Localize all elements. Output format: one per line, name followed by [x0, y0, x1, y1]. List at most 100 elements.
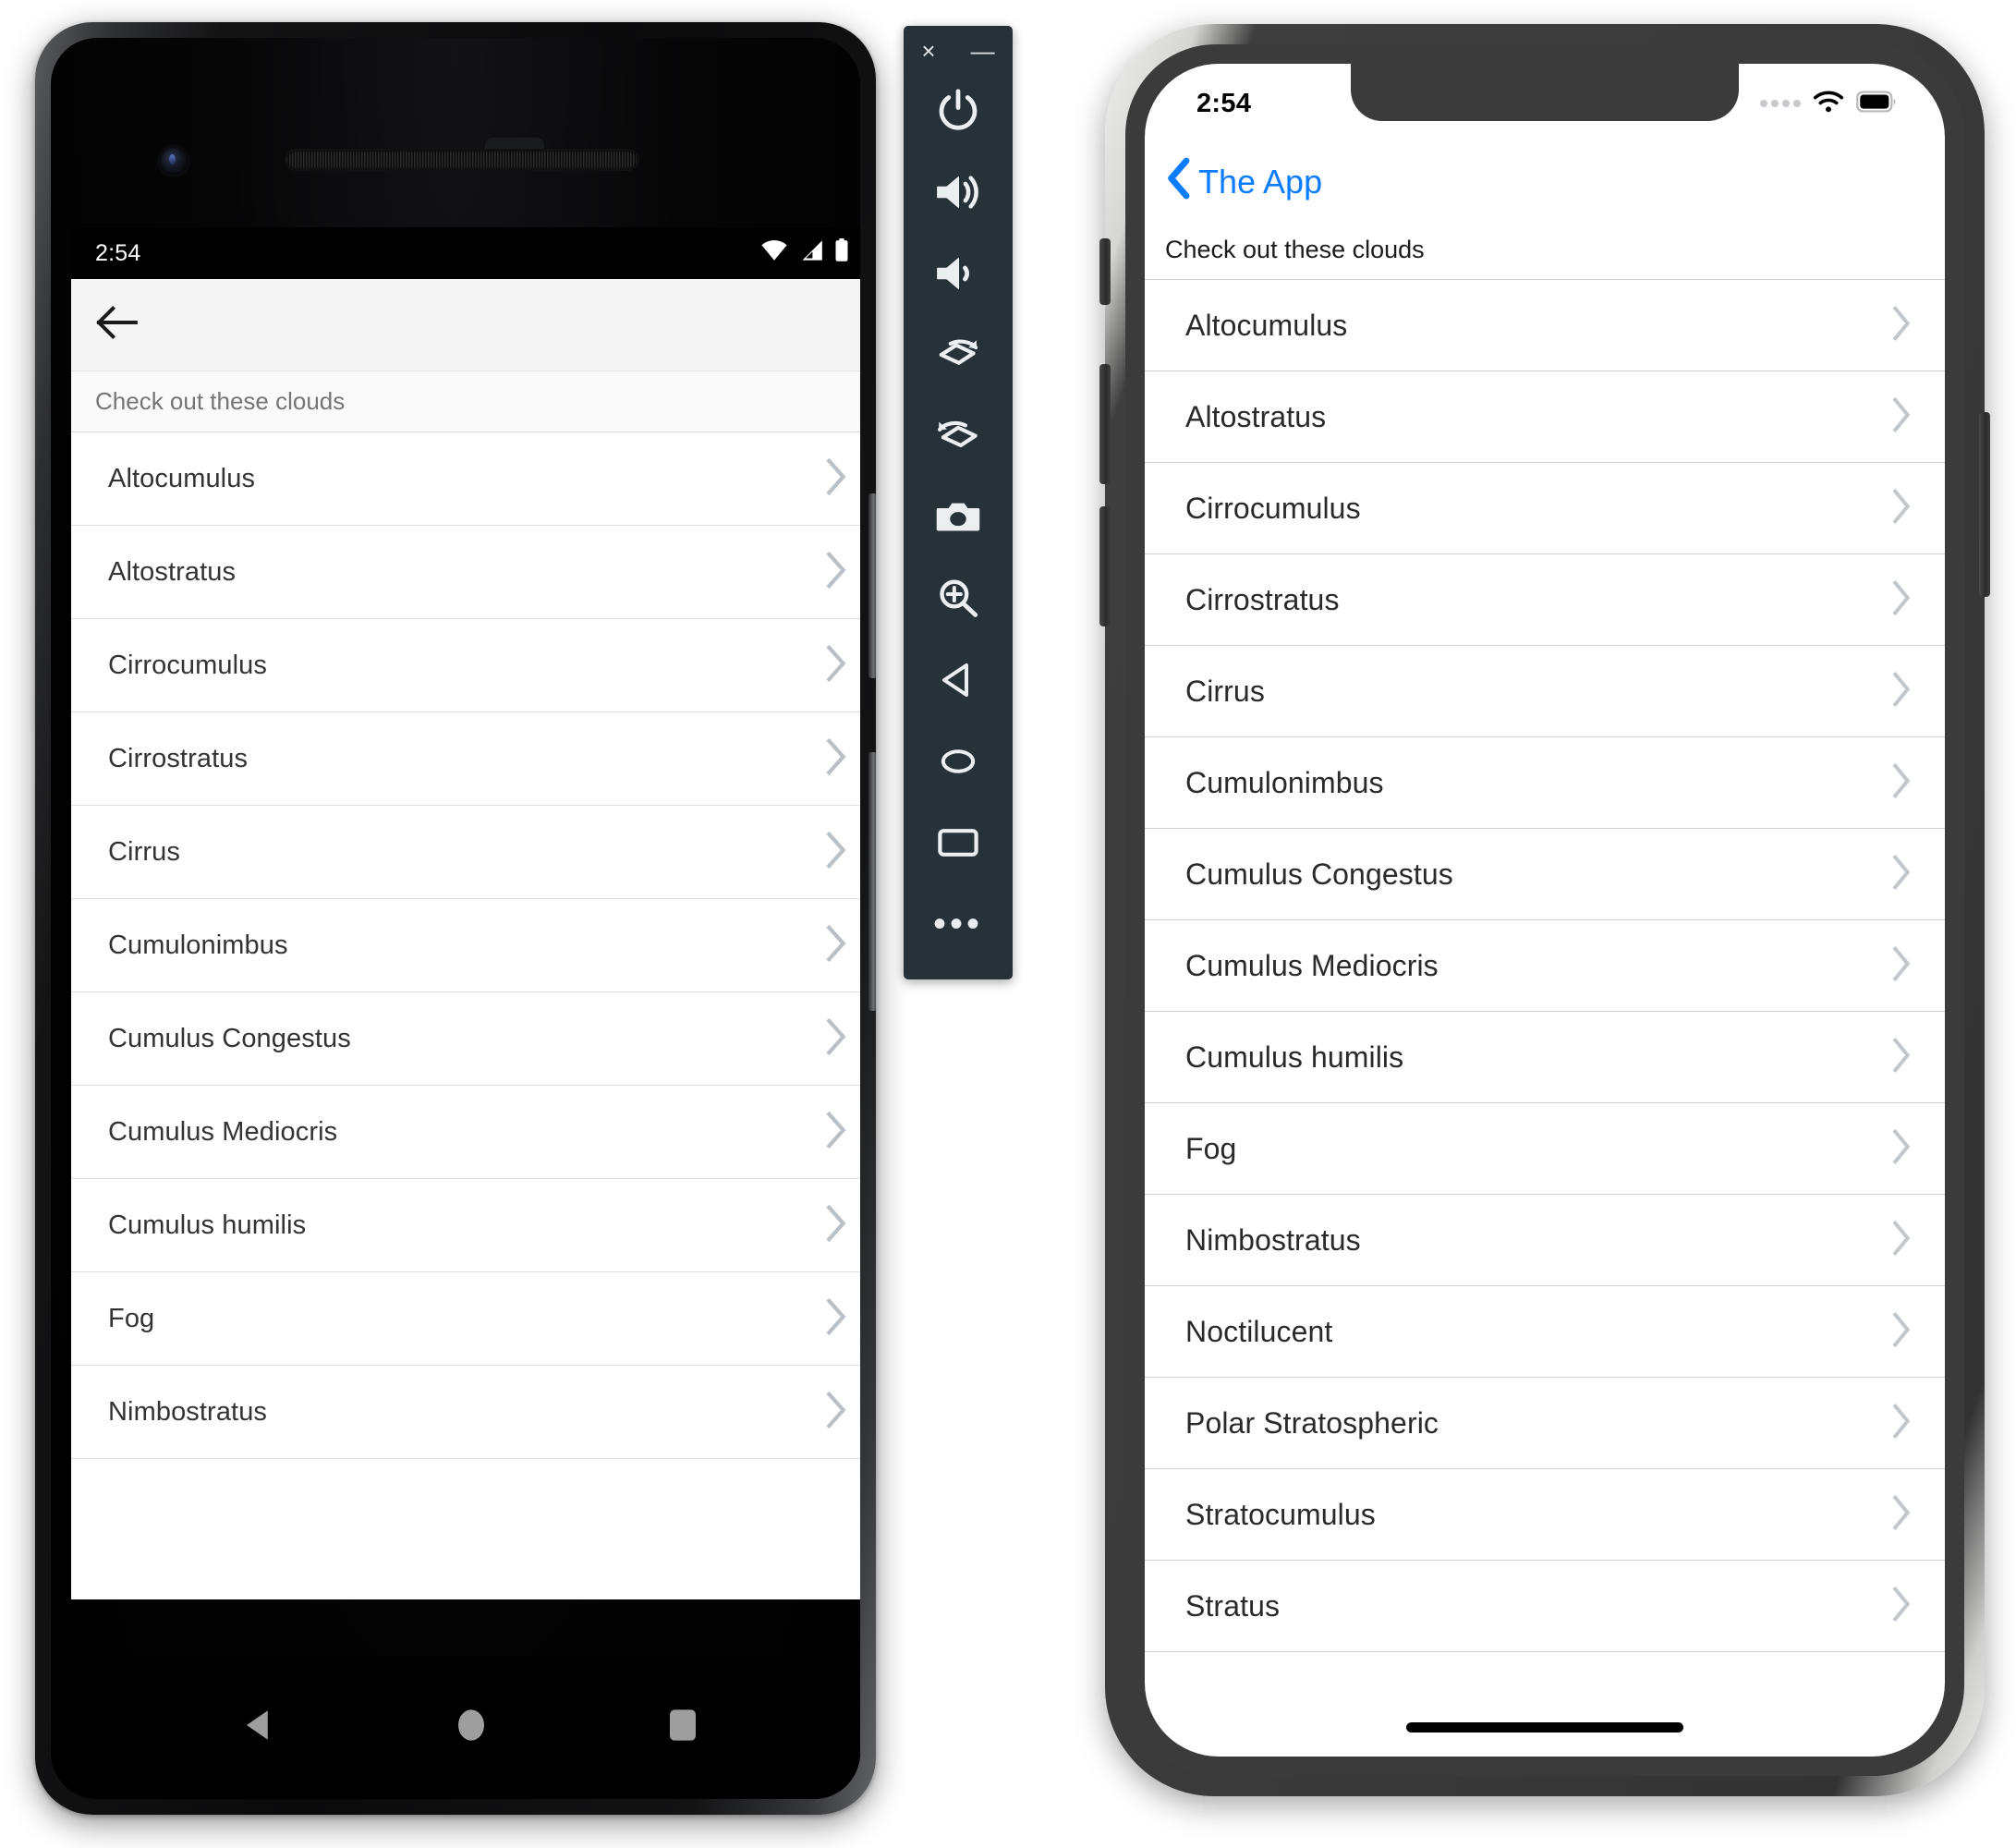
chevron-right-icon: [1891, 579, 1912, 621]
list-item[interactable]: Cumulus humilis: [1145, 1012, 1945, 1103]
ios-cloud-list[interactable]: Altocumulus Altostratus Cirrocumulus Cir…: [1145, 280, 1945, 1652]
list-item[interactable]: Noctilucent: [1145, 1286, 1945, 1378]
ios-bezel: 2:54 The App Check out these clouds Alto…: [1125, 44, 1964, 1776]
row-label: Cumulonimbus: [1185, 765, 1384, 799]
table-row[interactable]: Cumulus Congestus: [71, 992, 860, 1086]
chevron-right-icon: [825, 644, 847, 687]
ios-volume-up-button[interactable]: [1099, 364, 1111, 484]
chevron-right-icon: [1891, 854, 1912, 895]
android-app-bar: [71, 279, 860, 371]
chevron-right-icon: [825, 831, 847, 874]
chevron-right-icon: [825, 1391, 847, 1434]
android-power-button[interactable]: [868, 493, 876, 678]
table-row[interactable]: Fog: [71, 1272, 860, 1366]
list-item[interactable]: Cumulonimbus: [1145, 737, 1945, 829]
table-row[interactable]: Cirrocumulus: [71, 619, 860, 712]
list-item[interactable]: Cumulus Mediocris: [1145, 920, 1945, 1012]
rotate-right-icon[interactable]: [904, 395, 1013, 477]
ios-home-indicator[interactable]: [1406, 1722, 1683, 1732]
triangle-back-icon[interactable]: [240, 1706, 279, 1749]
home-icon[interactable]: [904, 721, 1013, 802]
more-options-button[interactable]: •••: [904, 883, 1013, 965]
table-row[interactable]: Cumulonimbus: [71, 899, 860, 992]
ios-status-time: 2:54: [1196, 88, 1252, 118]
volume-up-icon[interactable]: [904, 152, 1013, 233]
android-earpiece-speaker: [286, 151, 638, 169]
chevron-right-icon: [1891, 1586, 1912, 1627]
ios-volume-down-button[interactable]: [1099, 506, 1111, 626]
volume-down-icon[interactable]: [904, 233, 1013, 314]
square-recents-icon[interactable]: [663, 1706, 702, 1749]
android-emulator-device: 2:54 Check out these clouds Altocumulus …: [35, 22, 876, 1815]
ios-back-button[interactable]: The App: [1165, 156, 1322, 209]
power-icon[interactable]: [904, 70, 1013, 152]
chevron-right-icon: [1891, 305, 1912, 346]
list-item[interactable]: Cirrostratus: [1145, 554, 1945, 646]
overview-icon[interactable]: [904, 802, 1013, 883]
circle-home-icon[interactable]: [452, 1706, 491, 1749]
chevron-right-icon: [825, 924, 847, 967]
wifi-icon: [760, 239, 788, 268]
list-item[interactable]: Cumulus Congestus: [1145, 829, 1945, 920]
table-row[interactable]: Altocumulus: [71, 432, 860, 526]
ios-section-header: Check out these clouds: [1145, 221, 1945, 280]
android-cloud-list[interactable]: Altocumulus Altostratus Cirrocumulus Cir…: [71, 432, 860, 1459]
more-options-label: •••: [932, 904, 983, 944]
chevron-right-icon: [1891, 671, 1912, 712]
chevron-right-icon: [825, 737, 847, 781]
row-label: Cirrostratus: [1185, 582, 1340, 616]
battery-icon: [1856, 90, 1897, 117]
minimize-button[interactable]: —: [971, 39, 995, 63]
chevron-left-icon: [1165, 156, 1193, 209]
rotate-left-icon[interactable]: [904, 314, 1013, 395]
row-label: Altocumulus: [108, 463, 256, 493]
chevron-right-icon: [1891, 488, 1912, 529]
arrow-left-icon[interactable]: [95, 305, 138, 345]
ios-power-button[interactable]: [1979, 412, 1990, 597]
row-label: Cumulus humilis: [108, 1210, 307, 1240]
android-navigation-bar: [71, 1656, 860, 1799]
ios-silent-switch[interactable]: [1099, 238, 1111, 305]
list-item[interactable]: Cirrocumulus: [1145, 463, 1945, 554]
list-item[interactable]: Polar Stratospheric: [1145, 1378, 1945, 1469]
list-item[interactable]: Cirrus: [1145, 646, 1945, 737]
chevron-right-icon: [1891, 396, 1912, 438]
table-row[interactable]: Cirrus: [71, 806, 860, 899]
list-item[interactable]: Nimbostratus: [1145, 1195, 1945, 1286]
row-label: Cumulus Congestus: [108, 1023, 351, 1053]
chevron-right-icon: [1891, 1037, 1912, 1078]
chevron-right-icon: [1891, 762, 1912, 804]
table-row[interactable]: Cumulus Mediocris: [71, 1086, 860, 1179]
cell-signal-icon: [799, 239, 823, 268]
android-front-camera: [160, 147, 188, 175]
table-row[interactable]: Cirrostratus: [71, 712, 860, 806]
screenshot-camera-icon[interactable]: [904, 477, 1013, 558]
back-icon[interactable]: [904, 639, 1013, 721]
zoom-in-icon[interactable]: [904, 558, 1013, 639]
android-section-header: Check out these clouds: [71, 371, 860, 432]
row-label: Cirrostratus: [108, 743, 249, 773]
android-volume-button[interactable]: [868, 752, 876, 1011]
chevron-right-icon: [825, 551, 847, 594]
row-label: Cumulus Congestus: [1185, 857, 1453, 891]
chevron-right-icon: [825, 1204, 847, 1247]
row-label: Fog: [1185, 1131, 1237, 1165]
android-status-time: 2:54: [95, 239, 141, 266]
list-item[interactable]: Fog: [1145, 1103, 1945, 1195]
row-label: Cumulus humilis: [1185, 1040, 1404, 1074]
list-item[interactable]: Altostratus: [1145, 371, 1945, 463]
list-item[interactable]: Stratus: [1145, 1561, 1945, 1652]
close-button[interactable]: ×: [921, 39, 935, 63]
table-row[interactable]: Cumulus humilis: [71, 1179, 860, 1272]
wifi-icon: [1813, 90, 1844, 118]
table-row[interactable]: Altostratus: [71, 526, 860, 619]
row-label: Cirrus: [1185, 674, 1265, 708]
row-label: Cirrocumulus: [1185, 491, 1361, 525]
android-bezel: 2:54 Check out these clouds Altocumulus …: [51, 38, 860, 1799]
table-row[interactable]: Nimbostratus: [71, 1366, 860, 1459]
chevron-right-icon: [825, 457, 847, 501]
battery-icon: [834, 237, 849, 269]
chevron-right-icon: [1891, 1494, 1912, 1536]
list-item[interactable]: Altocumulus: [1145, 280, 1945, 371]
list-item[interactable]: Stratocumulus: [1145, 1469, 1945, 1561]
